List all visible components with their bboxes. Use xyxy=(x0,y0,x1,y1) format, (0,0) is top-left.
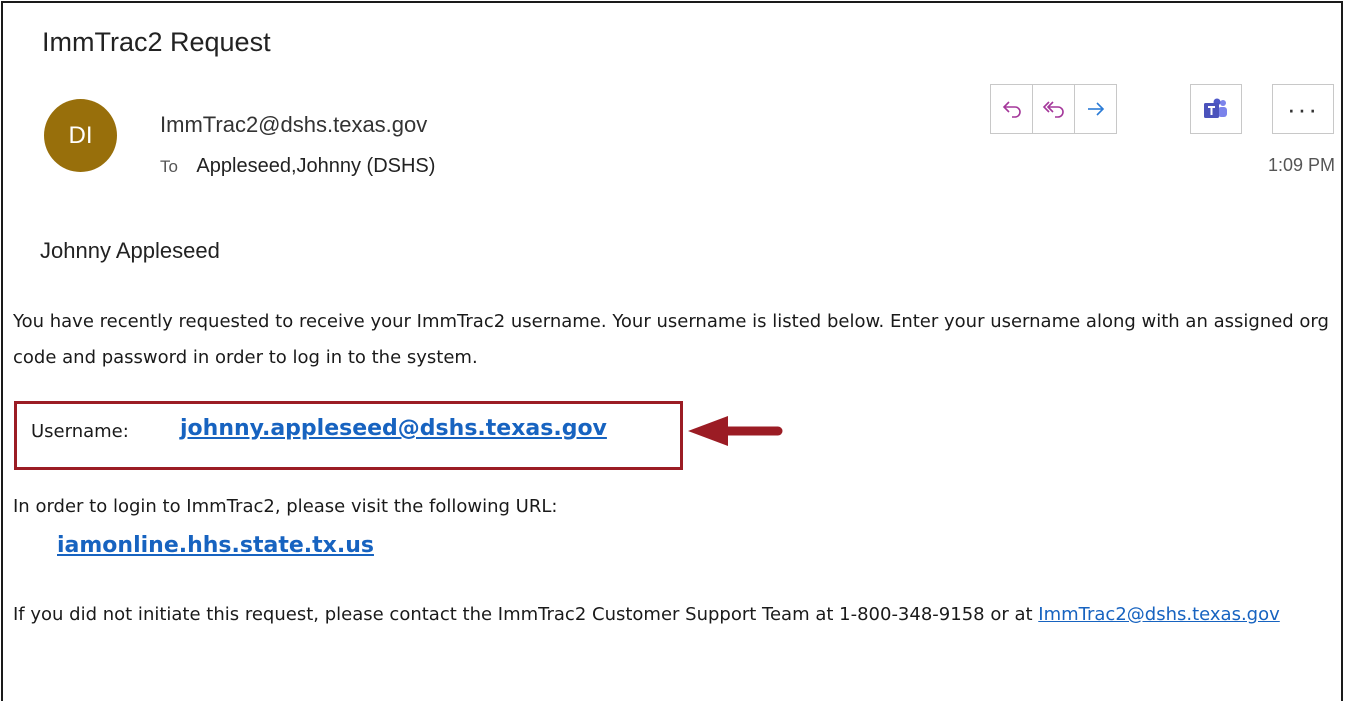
intro-paragraph: You have recently requested to receive y… xyxy=(13,311,1329,368)
sender-avatar[interactable]: DI xyxy=(44,99,117,172)
more-icon: ··· xyxy=(1287,93,1319,124)
support-text: If you did not initiate this request, pl… xyxy=(13,604,1039,625)
email-subject: ImmTrac2 Request xyxy=(42,27,271,57)
to-label: To xyxy=(160,157,178,176)
recipient-name[interactable]: Appleseed,Johnny (DSHS) xyxy=(196,155,435,177)
response-button-group xyxy=(990,84,1117,134)
reply-all-icon xyxy=(1042,101,1064,118)
forward-icon xyxy=(1087,102,1104,116)
avatar-initials: DI xyxy=(68,121,93,149)
more-actions-button[interactable]: ··· xyxy=(1272,84,1334,134)
received-time: 1:09 PM xyxy=(1267,155,1335,175)
teams-icon xyxy=(1204,98,1227,118)
teams-button[interactable] xyxy=(1190,84,1242,134)
username-link[interactable]: johnny.appleseed@dshs.texas.gov xyxy=(180,416,607,441)
recipient-row: To Appleseed,Johnny (DSHS) xyxy=(160,155,435,178)
login-instructions: In order to login to ImmTrac2, please vi… xyxy=(13,496,558,517)
reply-icon xyxy=(1002,101,1021,118)
callout-arrow-icon xyxy=(688,416,783,446)
support-email-link[interactable]: ImmTrac2@dshs.texas.gov xyxy=(1038,604,1280,625)
username-label: Username: xyxy=(31,421,129,442)
greeting: Johnny Appleseed xyxy=(40,238,220,263)
login-url-link[interactable]: iamonline.hhs.state.tx.us xyxy=(57,533,374,558)
reply-all-button[interactable] xyxy=(1033,85,1075,133)
sender-address[interactable]: ImmTrac2@dshs.texas.gov xyxy=(160,112,427,138)
reply-button[interactable] xyxy=(991,85,1033,133)
forward-button[interactable] xyxy=(1075,85,1116,133)
support-paragraph: If you did not initiate this request, pl… xyxy=(13,597,1343,633)
